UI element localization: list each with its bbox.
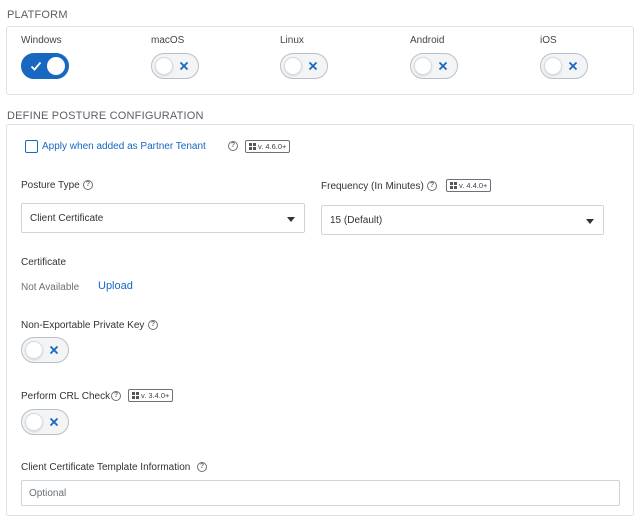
x-icon [568,61,578,71]
platform-label-macos: macOS [151,35,185,46]
help-circle-icon[interactable]: ? [111,391,121,401]
certificate-label: Certificate [21,257,67,268]
toggle-knob [284,57,302,75]
toggle-knob [25,413,43,431]
version-text: v. 4.4.0+ [459,181,488,190]
template-info-placeholder: Optional [29,488,67,499]
platform-card: Windows macOS Linux Android iOS [6,26,634,95]
windows-icon [450,182,457,189]
posture-type-label: Posture Type [21,180,80,191]
template-info-input[interactable]: Optional [21,480,620,506]
platform-ios: iOS [540,35,588,82]
platform-windows: Windows [21,35,69,82]
x-icon [308,61,318,71]
windows-toggle[interactable] [21,53,69,79]
version-text: v. 3.4.0+ [141,391,170,400]
help-circle-icon[interactable]: ? [148,320,158,330]
x-icon [179,61,189,71]
help-circle-icon[interactable]: ? [83,180,93,190]
partner-tenant-label[interactable]: Apply when added as Partner Tenant [42,141,206,152]
android-toggle[interactable] [410,53,458,79]
toggle-knob [544,57,562,75]
windows-icon [249,143,256,150]
platform-android: Android [410,35,458,82]
frequency-value: 15 (Default) [330,215,383,226]
version-badge-partner: v. 4.6.0+ [245,140,291,153]
posture-type-select[interactable]: Client Certificate [21,203,305,233]
x-icon [438,61,448,71]
crl-check-label: Perform CRL Check [21,391,111,402]
toggle-knob [414,57,432,75]
linux-toggle[interactable] [280,53,328,79]
template-info-label: Client Certificate Template Information [21,462,191,473]
non-exportable-label: Non-Exportable Private Key [21,320,145,331]
posture-card: Apply when added as Partner Tenant ? v. … [6,124,634,516]
windows-icon [132,392,139,399]
platform-macos: macOS [151,35,199,82]
partner-tenant-checkbox[interactable] [25,140,38,153]
x-icon [49,417,59,427]
caret-down-icon [287,217,295,222]
frequency-select[interactable]: 15 (Default) [321,205,604,235]
platform-section-title: PLATFORM [7,9,68,21]
platform-label-android: Android [410,35,445,46]
toggle-knob [25,341,43,359]
posture-section-title: DEFINE POSTURE CONFIGURATION [7,110,204,122]
version-badge-frequency: v. 4.4.0+ [446,179,492,192]
platform-label-windows: Windows [21,35,62,46]
version-badge-crl: v. 3.4.0+ [128,389,174,402]
check-icon [30,61,42,71]
caret-down-icon [586,219,594,224]
frequency-label: Frequency (In Minutes) [321,181,424,192]
macos-toggle[interactable] [151,53,199,79]
help-circle-icon[interactable]: ? [427,181,437,191]
posture-type-value: Client Certificate [30,213,104,224]
toggle-knob [47,57,65,75]
help-circle-icon[interactable]: ? [228,141,238,151]
crl-check-toggle[interactable] [21,409,69,435]
platform-label-linux: Linux [280,35,304,46]
upload-link[interactable]: Upload [98,280,133,292]
certificate-status: Not Available [21,282,80,293]
ios-toggle[interactable] [540,53,588,79]
platform-label-ios: iOS [540,35,557,46]
non-exportable-toggle[interactable] [21,337,69,363]
help-circle-icon[interactable]: ? [197,462,207,472]
platform-linux: Linux [280,35,328,82]
version-text: v. 4.6.0+ [258,142,287,151]
toggle-knob [155,57,173,75]
x-icon [49,345,59,355]
